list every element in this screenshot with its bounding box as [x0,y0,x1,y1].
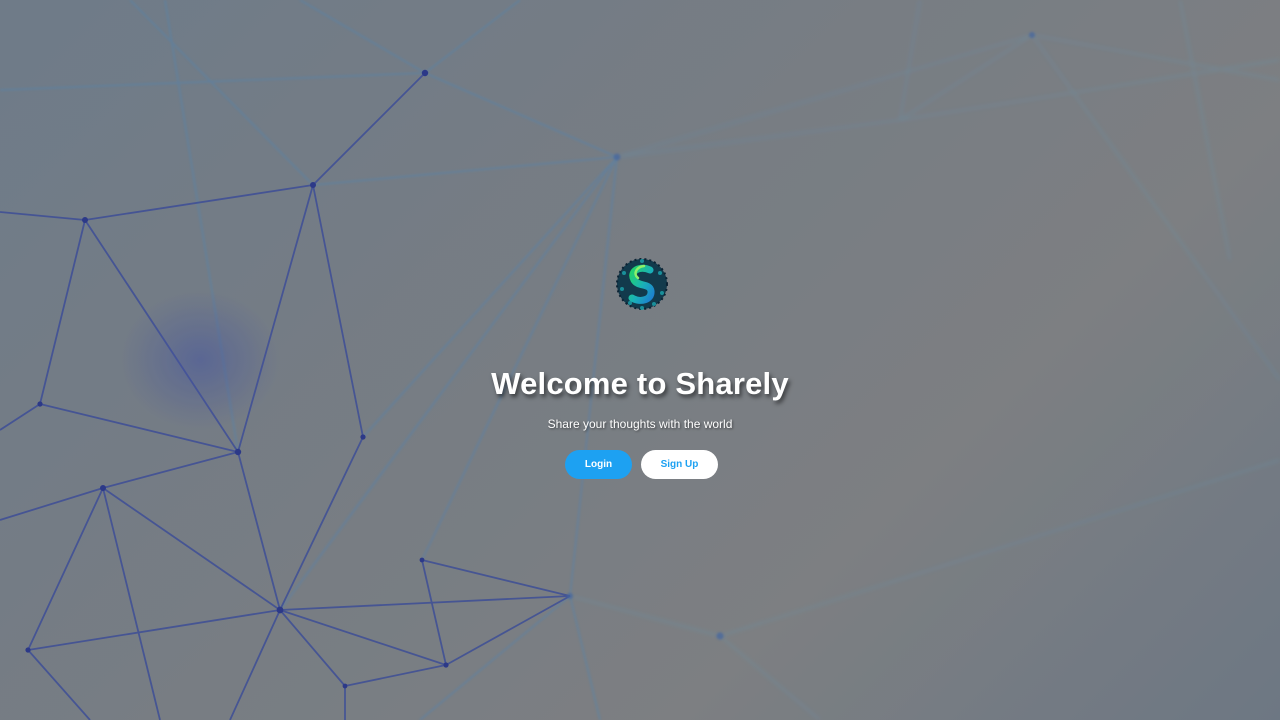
welcome-hero: Welcome to Sharely Share your thoughts w… [0,0,1280,720]
landing-page: Welcome to Sharely Share your thoughts w… [0,0,1280,720]
welcome-title: Welcome to Sharely [491,366,789,401]
sharely-logo-icon [616,258,668,310]
welcome-subtitle: Share your thoughts with the world [547,417,733,431]
login-button[interactable]: Login [565,450,632,479]
sign-up-button[interactable]: Sign Up [641,450,718,479]
